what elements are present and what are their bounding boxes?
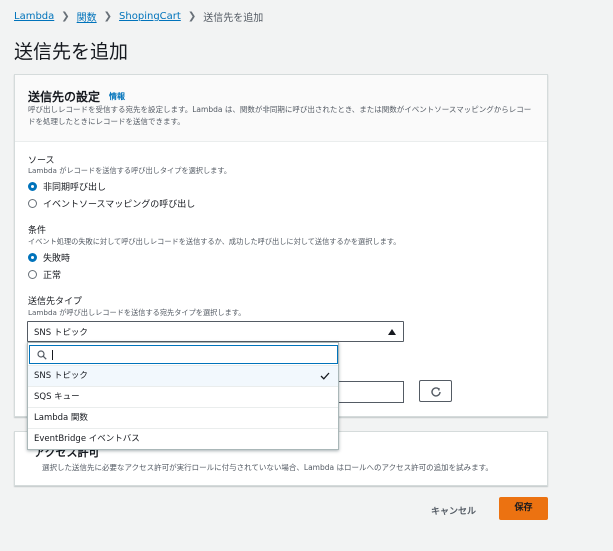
destination-arn-input[interactable] bbox=[337, 381, 404, 403]
destination-type-description: Lambda が呼び出しレコードを送信する宛先タイプを選択します。 bbox=[28, 308, 246, 317]
chevron-right-icon: ❯ bbox=[187, 11, 197, 22]
breadcrumb-current: 送信先を追加 bbox=[203, 13, 264, 24]
source-label: ソース bbox=[28, 156, 55, 166]
panel-title: 送信先の設定 bbox=[28, 90, 101, 104]
radio-async-invocation[interactable]: 非同期呼び出し bbox=[28, 180, 106, 193]
radio-label: イベントソースマッピングの呼び出し bbox=[43, 200, 196, 210]
radio-label: 失敗時 bbox=[43, 254, 71, 264]
panel-header: 送信先の設定 情報 呼び出しレコードを受信する宛先を設定します。Lambda は… bbox=[15, 75, 547, 142]
search-icon bbox=[37, 350, 47, 360]
cancel-button[interactable]: キャンセル bbox=[425, 502, 482, 519]
breadcrumb-function-name[interactable]: ShopingCart bbox=[119, 11, 181, 22]
condition-description: イベント処理の失敗に対して呼び出しレコードを送信するか、成功した呼び出しに対して… bbox=[28, 237, 401, 246]
check-icon bbox=[320, 372, 330, 380]
refresh-button[interactable] bbox=[419, 380, 452, 402]
info-link[interactable]: 情報 bbox=[109, 91, 125, 102]
destination-type-label: 送信先タイプ bbox=[28, 297, 83, 307]
text-cursor bbox=[52, 350, 53, 360]
save-button[interactable]: 保存 bbox=[499, 497, 548, 520]
option-label: Lambda 関数 bbox=[34, 413, 88, 423]
radio-event-source-mapping[interactable]: イベントソースマッピングの呼び出し bbox=[28, 197, 195, 210]
dropdown-option-eventbridge[interactable]: EventBridge イベントバス bbox=[28, 428, 338, 449]
caret-up-icon bbox=[388, 329, 396, 335]
refresh-icon bbox=[431, 387, 441, 397]
condition-label: 条件 bbox=[28, 226, 47, 236]
radio-button-selected[interactable] bbox=[28, 253, 37, 262]
radio-button-selected[interactable] bbox=[28, 182, 37, 191]
permissions-description: 選択した送信先に必要なアクセス許可が実行ロールに付与されていない場合、Lambd… bbox=[42, 463, 493, 472]
chevron-right-icon: ❯ bbox=[103, 11, 113, 22]
dropdown-option-sns[interactable]: SNS トピック bbox=[28, 365, 338, 386]
source-description: Lambda がレコードを送信する呼び出しタイプを選択します。 bbox=[28, 166, 232, 175]
panel-description: 呼び出しレコードを受信する宛先を設定します。Lambda は、関数が非同期に呼び… bbox=[28, 105, 532, 126]
breadcrumb-functions[interactable]: 関数 bbox=[77, 9, 97, 24]
dropdown-option-lambda[interactable]: Lambda 関数 bbox=[28, 407, 338, 428]
select-value: SNS トピック bbox=[34, 328, 88, 338]
dropdown-option-sqs[interactable]: SQS キュー bbox=[28, 386, 338, 407]
radio-label: 正常 bbox=[43, 271, 62, 281]
page-title: 送信先を追加 bbox=[14, 41, 129, 63]
breadcrumb: Lambda ❯ 関数 ❯ ShopingCart ❯ 送信先を追加 bbox=[14, 9, 263, 24]
breadcrumb-lambda[interactable]: Lambda bbox=[14, 11, 54, 22]
radio-on-failure[interactable]: 失敗時 bbox=[28, 251, 70, 264]
radio-label: 非同期呼び出し bbox=[43, 183, 107, 193]
dropdown-search-input[interactable] bbox=[29, 345, 338, 364]
radio-button[interactable] bbox=[28, 270, 37, 279]
option-label: EventBridge イベントバス bbox=[34, 434, 140, 444]
radio-button[interactable] bbox=[28, 199, 37, 208]
destination-type-select[interactable]: SNS トピック bbox=[27, 321, 404, 342]
chevron-right-icon: ❯ bbox=[61, 11, 70, 22]
radio-on-success[interactable]: 正常 bbox=[28, 268, 61, 281]
option-label: SNS トピック bbox=[34, 371, 88, 381]
destination-type-dropdown: SNS トピック SQS キュー Lambda 関数 EventBridge イ… bbox=[27, 342, 339, 450]
option-label: SQS キュー bbox=[34, 392, 80, 402]
